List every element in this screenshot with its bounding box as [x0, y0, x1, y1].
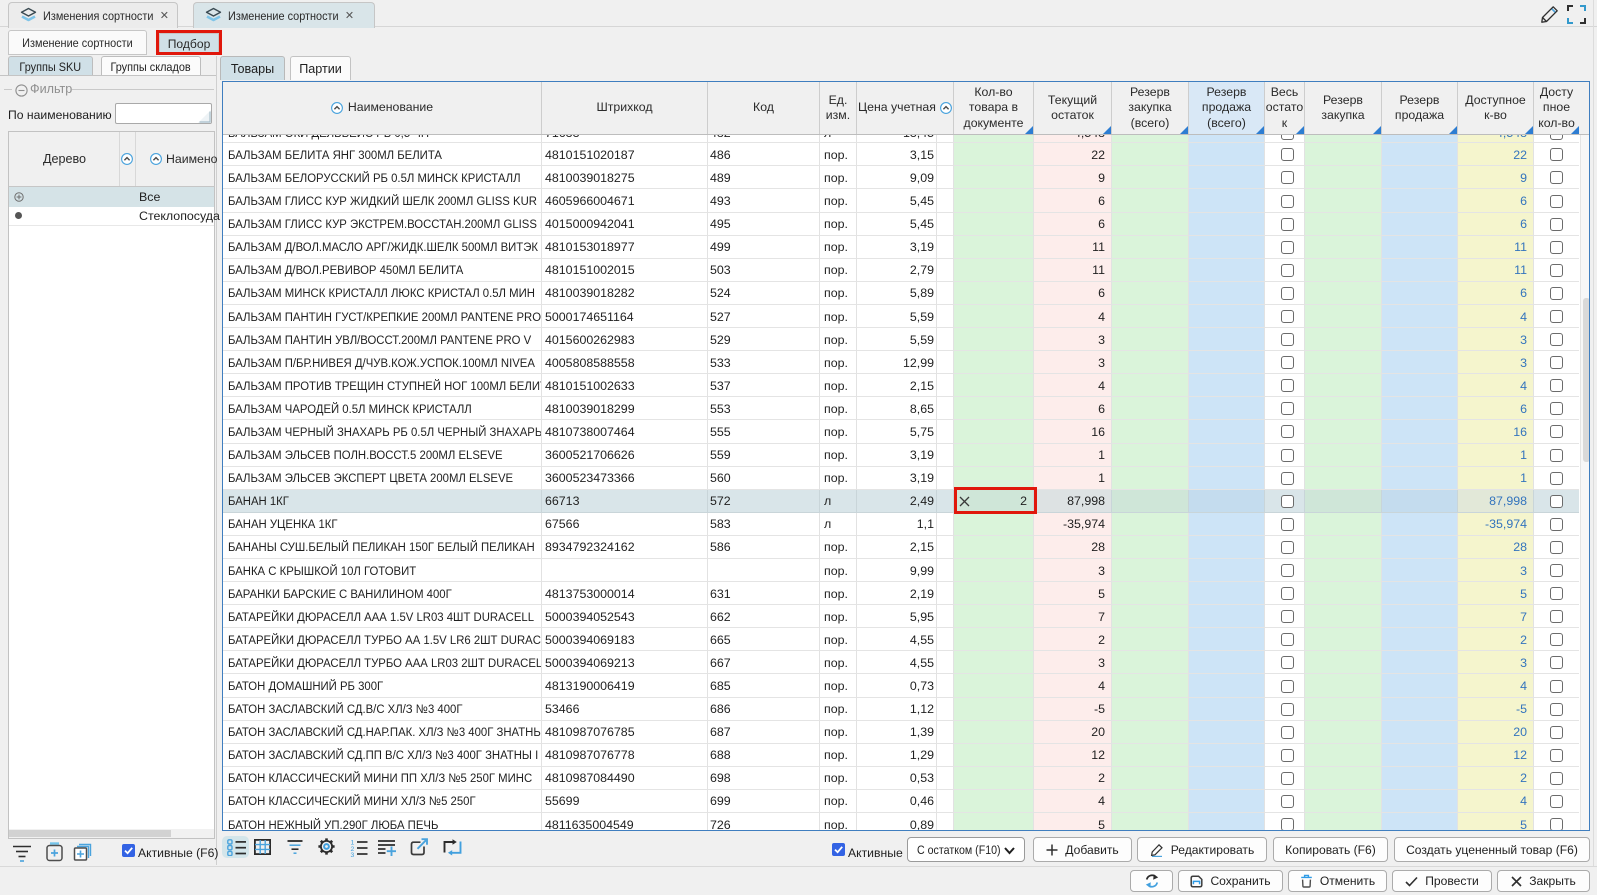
svg-text:3: 3: [351, 852, 355, 857]
